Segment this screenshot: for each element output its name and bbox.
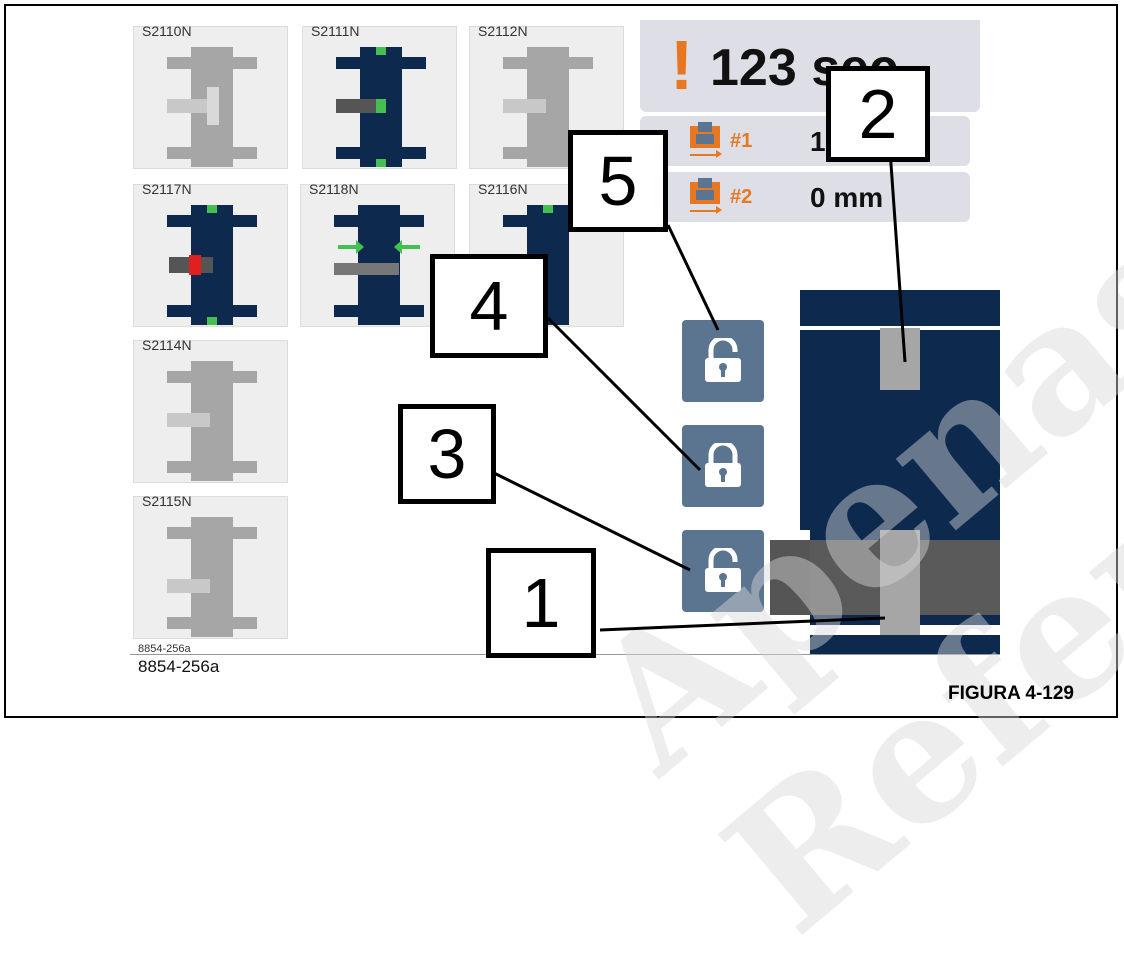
figure-id-small: 8854-256a [138, 643, 191, 655]
callout-3: 3 [398, 404, 496, 504]
figure-label: FIGURA 4-129 [948, 683, 1074, 704]
callout-4: 4 [430, 254, 548, 358]
callout-1: 1 [486, 548, 596, 658]
callout-5: 5 [568, 130, 668, 232]
figure-id: 8854-256a [138, 657, 220, 676]
callout-2: 2 [826, 66, 930, 162]
